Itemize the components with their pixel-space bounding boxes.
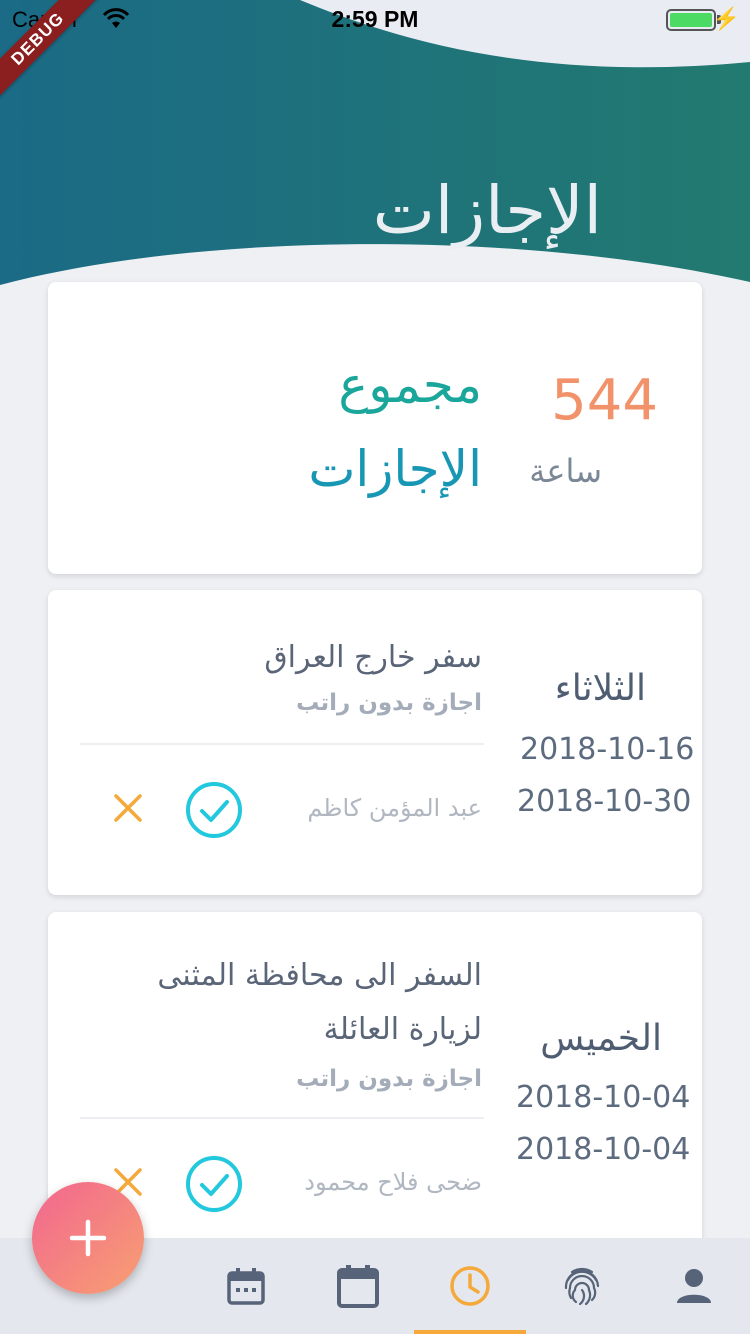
calendar-icon xyxy=(337,1265,379,1308)
nav-calendar[interactable] xyxy=(332,1260,384,1312)
status-time: 2:59 PM xyxy=(331,6,419,32)
total-hours-unit: ساعة xyxy=(529,452,602,490)
leave-start-date: 2018-10-16 xyxy=(520,732,695,767)
nav-fingerprint[interactable] xyxy=(556,1260,608,1312)
summary-label-line2: الإجازات xyxy=(308,440,482,498)
card-divider xyxy=(80,743,484,745)
leave-start-date: 2018-10-04 xyxy=(516,1080,691,1115)
active-tab-indicator xyxy=(414,1330,526,1334)
status-bar: Carrier 2:59 PM ⚡ xyxy=(0,0,750,40)
page-title: الإجازات xyxy=(372,172,602,249)
header-background xyxy=(0,0,750,285)
leave-end-date: 2018-10-30 xyxy=(517,784,692,819)
nav-leaves[interactable] xyxy=(444,1260,496,1312)
leaves-screen: Carrier 2:59 PM ⚡ DEBUG الإجازات 544 ساع… xyxy=(0,0,750,1334)
add-leave-button[interactable] xyxy=(32,1182,144,1294)
total-hours-value: 544 xyxy=(551,368,658,433)
leave-reason: سفر خارج العراق xyxy=(264,640,482,675)
leave-day: الثلاثاء xyxy=(554,668,646,709)
person-icon xyxy=(677,1269,711,1303)
leave-reason-line1: السفر الى محافظة المثنى xyxy=(157,958,482,993)
approve-check-icon[interactable] xyxy=(184,780,244,840)
fingerprint-icon xyxy=(564,1267,600,1306)
clock-icon xyxy=(450,1266,490,1306)
nav-profile[interactable] xyxy=(668,1260,720,1312)
battery-level xyxy=(670,13,712,27)
nav-calendar-grid[interactable] xyxy=(220,1260,272,1312)
employee-name: ضحى فلاح محمود xyxy=(304,1168,482,1196)
approve-check-icon[interactable] xyxy=(184,1154,244,1214)
card-divider xyxy=(80,1117,484,1119)
leave-type: اجازة بدون راتب xyxy=(296,690,482,716)
reject-x-icon[interactable] xyxy=(108,788,148,828)
leave-end-date: 2018-10-04 xyxy=(516,1132,691,1167)
battery-icon xyxy=(666,9,716,31)
plus-icon xyxy=(69,1219,107,1257)
summary-label-line1: مجموع xyxy=(338,356,482,414)
employee-name: عبد المؤمن كاظم xyxy=(307,794,482,822)
leave-day: الخميس xyxy=(540,1018,662,1059)
calendar-grid-icon xyxy=(227,1268,265,1305)
leave-reason-line2: لزيارة العائلة xyxy=(323,1012,482,1047)
leave-type: اجازة بدون راتب xyxy=(296,1066,482,1092)
charging-icon: ⚡ xyxy=(712,6,740,31)
